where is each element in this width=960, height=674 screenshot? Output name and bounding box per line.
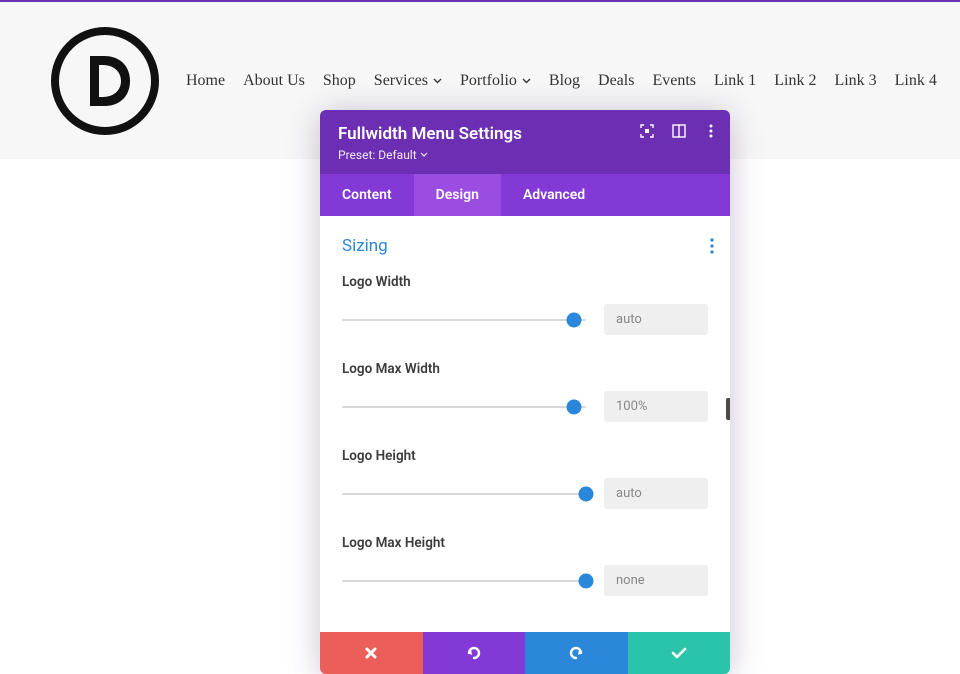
control-label: Logo Height [342,448,708,464]
slider-track [342,493,586,495]
nav-item-deals[interactable]: Deals [598,72,634,90]
preset-selector[interactable]: Preset: Default [338,148,712,162]
nav-item-services[interactable]: Services [374,72,442,90]
nav-item-label: Link 4 [895,72,937,90]
nav-item-label: Home [186,72,225,90]
expand-icon[interactable] [640,124,654,138]
nav-item-label: About Us [243,72,305,90]
nav-item-events[interactable]: Events [652,72,696,90]
slider-track [342,580,586,582]
nav-item-label: Shop [323,72,356,90]
undo-button[interactable] [423,632,526,674]
divi-logo [48,24,162,138]
nav-item-label: Services [374,72,428,90]
nav-item-label: Link 1 [714,72,756,90]
nav-item-label: Link 2 [774,72,816,90]
cancel-button[interactable] [320,632,423,674]
modal-header-actions [640,124,718,138]
slider[interactable] [342,312,586,328]
control-row: auto [342,304,708,335]
nav-item-label: Link 3 [834,72,876,90]
redo-button[interactable] [525,632,628,674]
value-input[interactable]: none [604,565,708,596]
nav-item-link-4[interactable]: Link 4 [895,72,937,90]
nav-item-label: Deals [598,72,634,90]
nav-item-label: Blog [549,72,580,90]
slider[interactable] [342,573,586,589]
control-label: Logo Max Width [342,361,708,377]
value-input[interactable]: auto [604,478,708,509]
slider[interactable] [342,399,586,415]
modal-panel: Sizing Logo WidthautoLogo Max Width100%L… [320,216,730,632]
slider-thumb[interactable] [579,486,594,501]
nav-item-link-2[interactable]: Link 2 [774,72,816,90]
slider-track [342,406,586,408]
nav-item-label: Portfolio [460,72,517,90]
settings-modal: Fullwidth Menu Settings Preset: Default [320,110,730,674]
nav-item-portfolio[interactable]: Portfolio [460,72,531,90]
modal-footer [320,632,730,674]
nav-item-blog[interactable]: Blog [549,72,580,90]
control-label: Logo Width [342,274,708,290]
control-logo-max-width: Logo Max Width 100% [342,361,708,422]
tab-design[interactable]: Design [414,174,501,216]
control-row: auto [342,478,708,509]
tab-advanced[interactable]: Advanced [501,174,607,216]
chevron-down-icon [522,78,531,84]
columns-icon[interactable] [672,124,686,138]
control-logo-width: Logo Width auto [342,274,708,335]
tab-content[interactable]: Content [320,174,414,216]
control-logo-max-height: Logo Max Height none [342,535,708,596]
preset-label: Preset: Default [338,148,417,162]
section-options-icon[interactable] [710,238,714,254]
value-input[interactable]: 100% [604,391,708,422]
section-title[interactable]: Sizing [342,236,708,256]
control-label: Logo Max Height [342,535,708,551]
chevron-down-icon [420,152,428,158]
kebab-menu-icon[interactable] [704,124,718,138]
slider-track [342,319,586,321]
nav-item-shop[interactable]: Shop [323,72,356,90]
nav-item-link-1[interactable]: Link 1 [714,72,756,90]
value-input[interactable]: auto [604,304,708,335]
slider-thumb[interactable] [579,573,594,588]
main-nav: Home About Us Shop Services Portfolio Blog Dea… [186,72,937,90]
nav-item-link-3[interactable]: Link 3 [834,72,876,90]
nav-item-home[interactable]: Home [186,72,225,90]
slider[interactable] [342,486,586,502]
save-button[interactable] [628,632,731,674]
nav-item-label: Events [652,72,696,90]
control-row: 100% [342,391,708,422]
modal-tabs: Content Design Advanced [320,174,730,216]
nav-item-about-us[interactable]: About Us [243,72,305,90]
scrollbar-thumb[interactable] [726,398,730,420]
chevron-down-icon [433,78,442,84]
modal-header[interactable]: Fullwidth Menu Settings Preset: Default [320,110,730,174]
control-logo-height: Logo Height auto [342,448,708,509]
slider-thumb[interactable] [566,399,581,414]
slider-thumb[interactable] [566,312,581,327]
control-row: none [342,565,708,596]
